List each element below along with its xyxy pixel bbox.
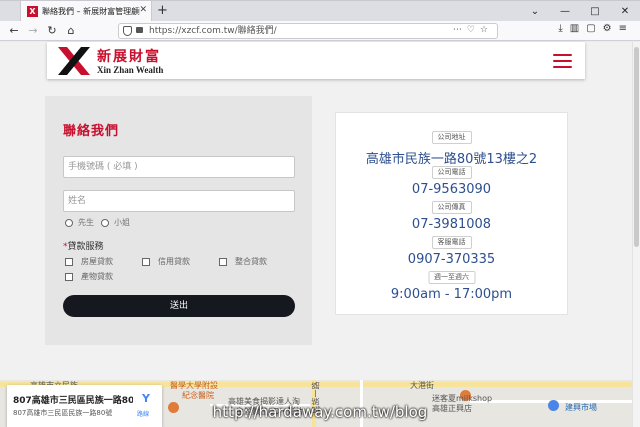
address-tag: 公司地址 bbox=[431, 131, 472, 144]
radio-mr-label: 先生 bbox=[78, 218, 94, 227]
site-header: 新展財富 Xin Zhan Wealth bbox=[47, 42, 585, 79]
form-title: 聯絡我們 bbox=[63, 124, 120, 139]
radio-ms[interactable] bbox=[101, 218, 109, 227]
map-label: 大港街 bbox=[410, 381, 434, 390]
page-actions-icon[interactable]: ⋯♡☆ bbox=[453, 25, 493, 35]
menu-hamburger-icon[interactable] bbox=[553, 54, 572, 68]
minimize-icon[interactable]: — bbox=[550, 1, 580, 22]
checkbox-label: 產物貸款 bbox=[81, 272, 113, 281]
window-controls: ⌄ — □ ✕ bbox=[520, 1, 640, 22]
tab-close-icon[interactable]: ✕ bbox=[139, 5, 147, 15]
brand-name-cn: 新展財富 bbox=[97, 49, 161, 65]
lock-icon[interactable] bbox=[136, 27, 143, 33]
toolbar-icons[interactable]: ⤓▥▢⚙≡ bbox=[558, 23, 634, 34]
checkbox-label: 整合貸款 bbox=[235, 257, 267, 266]
address-bar[interactable]: https://xzcf.com.tw/聯絡我們/ ⋯♡☆ bbox=[118, 23, 498, 39]
reload-icon[interactable]: ↻ bbox=[44, 23, 60, 39]
contact-form: 聯絡我們 手機號碼 ( 必填 ) 姓名 先生 小姐 *貸款服務 房屋貸款 信用貸… bbox=[45, 96, 312, 345]
scrollbar-thumb[interactable] bbox=[634, 47, 639, 247]
checkbox-consolidation-loan[interactable]: 整合貸款 bbox=[219, 256, 267, 267]
site-favicon-icon: X bbox=[27, 6, 38, 17]
checkbox-property-loan[interactable]: 產物貸款 bbox=[65, 271, 113, 282]
page-scrollbar[interactable] bbox=[632, 42, 640, 427]
service-phone-value[interactable]: 0907-370335 bbox=[336, 252, 567, 267]
map-label: 紀念醫院 bbox=[182, 391, 214, 400]
checkbox-house-loan[interactable]: 房屋貸款 bbox=[65, 256, 113, 267]
address-value: 高雄市民族一路80號13樓之2 bbox=[365, 152, 538, 167]
service-label-text: 貸款服務 bbox=[67, 242, 104, 252]
checkbox-box[interactable] bbox=[65, 257, 73, 266]
new-tab-icon[interactable]: + bbox=[157, 3, 168, 18]
hours-tag: 週一至週六 bbox=[428, 271, 475, 284]
checkbox-box[interactable] bbox=[219, 257, 227, 266]
checkbox-credit-loan[interactable]: 信用貸款 bbox=[142, 256, 190, 267]
submit-button[interactable]: 送出 bbox=[63, 295, 295, 317]
close-window-icon[interactable]: ✕ bbox=[610, 1, 640, 22]
window-menu-icon[interactable]: ⌄ bbox=[520, 1, 550, 22]
tab-title: 聯絡我們 – 新展財富管理顧問 bbox=[42, 7, 140, 16]
brand-name-en: Xin Zhan Wealth bbox=[97, 65, 164, 75]
page-content: 新展財富 Xin Zhan Wealth 聯絡我們 手機號碼 ( 必填 ) 姓名… bbox=[0, 42, 632, 427]
home-icon[interactable]: ⌂ bbox=[63, 23, 79, 39]
back-icon[interactable]: ← bbox=[6, 23, 22, 39]
service-phone-tag: 客服電話 bbox=[431, 236, 472, 249]
fax-value: 07-3981008 bbox=[411, 217, 492, 232]
brand-logo-icon[interactable] bbox=[58, 47, 90, 75]
navigation-bar: ← → ↻ ⌂ https://xzcf.com.tw/聯絡我們/ ⋯♡☆ ⤓▥… bbox=[0, 21, 640, 41]
checkbox-label: 房屋貸款 bbox=[81, 257, 113, 266]
name-field[interactable]: 姓名 bbox=[63, 190, 295, 212]
url-text[interactable]: https://xzcf.com.tw/聯絡我們/ bbox=[149, 25, 277, 38]
tracking-shield-icon[interactable] bbox=[123, 26, 132, 36]
watermark-text: http://hardaway.com.tw/blog bbox=[212, 403, 428, 421]
tab-bar: X 聯絡我們 – 新展財富管理顧問 ✕ + ⌄ — □ ✕ bbox=[0, 0, 640, 22]
checkbox-label: 信用貸款 bbox=[158, 257, 190, 266]
maximize-icon[interactable]: □ bbox=[580, 1, 610, 22]
company-info-card: 公司地址 高雄市民族一路80號13樓之2 公司電話 07-9563090 公司傳… bbox=[335, 112, 568, 315]
checkbox-box[interactable] bbox=[65, 272, 73, 281]
radio-mr[interactable] bbox=[65, 218, 73, 227]
radio-ms-label: 小姐 bbox=[114, 218, 130, 227]
phone-tag: 公司電話 bbox=[431, 166, 472, 179]
forward-icon[interactable]: → bbox=[25, 23, 41, 39]
service-label: *貸款服務 bbox=[63, 239, 104, 252]
fax-tag: 公司傳真 bbox=[431, 201, 472, 214]
hours-value: 9:00am - 17:00pm bbox=[390, 287, 513, 302]
tab-active[interactable]: X 聯絡我們 – 新展財富管理顧問 ✕ bbox=[20, 1, 152, 22]
gender-radio-group: 先生 小姐 bbox=[65, 217, 130, 228]
checkbox-box[interactable] bbox=[142, 257, 150, 266]
phone-value[interactable]: 07-9563090 bbox=[336, 182, 567, 197]
phone-field[interactable]: 手機號碼 ( 必填 ) bbox=[63, 156, 295, 178]
